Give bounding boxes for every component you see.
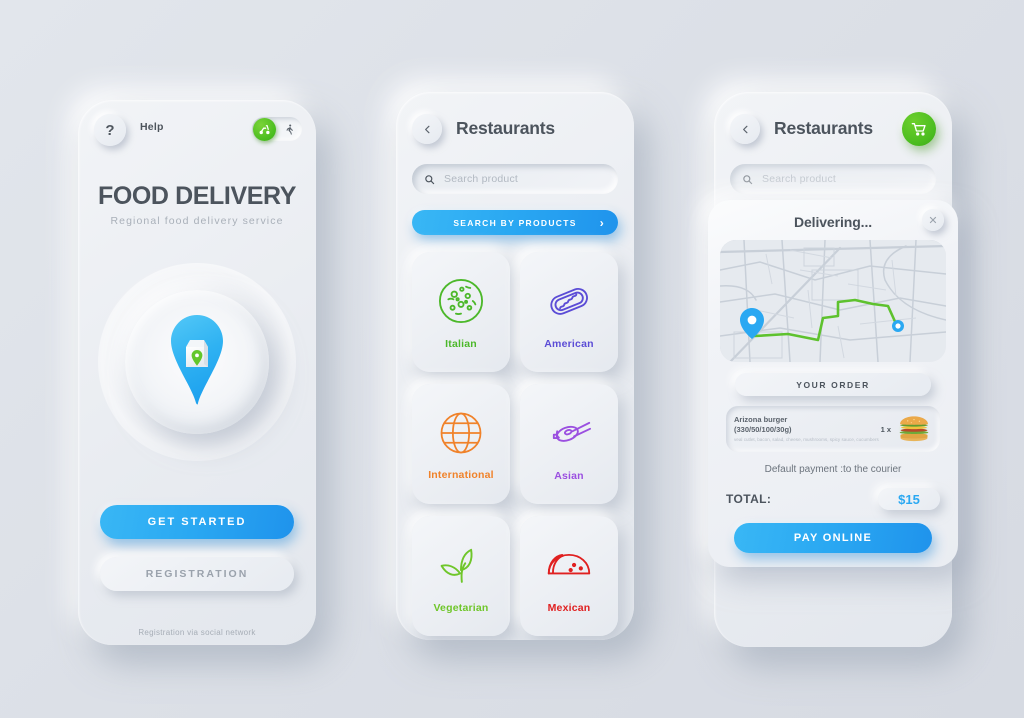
app-title: FOOD DELIVERY: [97, 182, 297, 210]
category-card-italian[interactable]: Italian: [412, 252, 510, 372]
search-input[interactable]: Search product: [412, 164, 618, 194]
category-label: Italian: [445, 338, 477, 350]
burger-photo: [896, 415, 932, 443]
cart-button[interactable]: [902, 112, 936, 146]
category-label: Asian: [554, 470, 584, 482]
walking-person-icon: [276, 123, 302, 136]
back-button[interactable]: [730, 114, 760, 144]
category-card-vegetarian[interactable]: Vegetarian: [412, 516, 510, 636]
category-label: American: [544, 338, 594, 350]
order-line-item[interactable]: Arizona burger (330/50/100/30g) veal cut…: [726, 406, 940, 452]
search-icon: [743, 174, 753, 184]
phone-screen-restaurants: Restaurants Search product SEARCH BY PRO…: [396, 92, 634, 640]
globe-icon: [440, 412, 482, 454]
category-grid: Italian American International Asian Veg…: [412, 252, 618, 636]
order-item-name: Arizona burger: [734, 414, 788, 424]
category-label: Mexican: [547, 602, 591, 614]
search-icon: [425, 174, 435, 184]
registration-button[interactable]: REGISTRATION: [100, 557, 294, 591]
pay-online-button[interactable]: PAY ONLINE: [734, 523, 932, 553]
help-button[interactable]: ?: [94, 114, 126, 146]
scooter-icon: [253, 117, 276, 141]
delivery-map[interactable]: [720, 240, 946, 362]
pizza-icon: [438, 278, 484, 324]
order-item-text: Arizona burger (330/50/100/30g) veal cut…: [734, 415, 881, 444]
back-button[interactable]: [412, 114, 442, 144]
app-subtitle: Regional food delivery service: [110, 215, 284, 227]
sushi-rolls-icon: [552, 421, 592, 442]
order-item-weights: (330/50/100/30g): [734, 424, 792, 434]
shopping-cart-icon: [911, 123, 926, 136]
get-started-button[interactable]: GET STARTED: [100, 505, 294, 539]
category-card-mexican[interactable]: Mexican: [520, 516, 618, 636]
question-mark-icon: ?: [105, 121, 115, 139]
category-card-international[interactable]: International: [412, 384, 510, 504]
order-item-quantity: 1 x: [880, 424, 891, 434]
your-order-label: YOUR ORDER: [796, 379, 870, 390]
category-card-american[interactable]: American: [520, 252, 618, 372]
registration-label: REGISTRATION: [145, 568, 249, 580]
chevron-left-icon: [742, 125, 747, 133]
close-button[interactable]: ✕: [922, 209, 944, 231]
delivery-mode-toggle[interactable]: [252, 117, 302, 141]
chevron-right-icon: ›: [599, 215, 605, 230]
page-title: Restaurants: [456, 118, 555, 138]
search-placeholder: Search product: [762, 173, 837, 185]
pay-online-label: PAY ONLINE: [793, 532, 873, 544]
get-started-label: GET STARTED: [147, 516, 247, 528]
help-label: Help: [140, 121, 164, 133]
page-title: Restaurants: [774, 118, 873, 138]
total-value: $15: [878, 488, 940, 510]
delivering-panel: Delivering... ✕ YOUR ORDER Arizona burge…: [708, 200, 958, 567]
taco-icon: [547, 553, 591, 575]
your-order-button[interactable]: YOUR ORDER: [735, 373, 931, 396]
order-item-ingredients: veal cutlet, bacon, salad, cheese, mushr…: [734, 436, 879, 442]
map-pin-food-bag-icon: [167, 313, 227, 409]
delivering-panel-header: Delivering... ✕: [720, 209, 946, 234]
category-label: Vegetarian: [433, 602, 489, 614]
search-input[interactable]: Search product: [730, 164, 936, 194]
phone-screen-onboarding: ? Help FOOD DELIVERY Regional food deliv…: [78, 100, 316, 645]
delivering-title: Delivering...: [793, 214, 873, 230]
poster-canvas: ? Help FOOD DELIVERY Regional food deliv…: [0, 0, 1024, 718]
category-card-asian[interactable]: Asian: [520, 384, 618, 504]
onboarding-topbar: ? Help: [78, 100, 316, 160]
category-label: International: [428, 469, 494, 481]
chevron-left-icon: [424, 125, 429, 133]
total-row: TOTAL: $15: [720, 488, 946, 510]
search-placeholder: Search product: [444, 173, 519, 185]
close-x-icon: ✕: [928, 214, 938, 227]
phone-screen-delivery: Restaurants Search product Delivering...: [708, 92, 958, 647]
leaf-sprout-icon: [440, 548, 473, 583]
hotdog-icon: [550, 287, 588, 315]
search-by-products-button[interactable]: SEARCH BY PRODUCTS ›: [412, 210, 618, 235]
search-by-products-label: SEARCH BY PRODUCTS: [453, 217, 577, 228]
destination-dot-icon: [892, 320, 904, 332]
payment-note: Default payment :to the courier: [764, 464, 902, 475]
total-label: TOTAL:: [726, 492, 772, 506]
social-registration-note: Registration via social network: [138, 628, 256, 637]
